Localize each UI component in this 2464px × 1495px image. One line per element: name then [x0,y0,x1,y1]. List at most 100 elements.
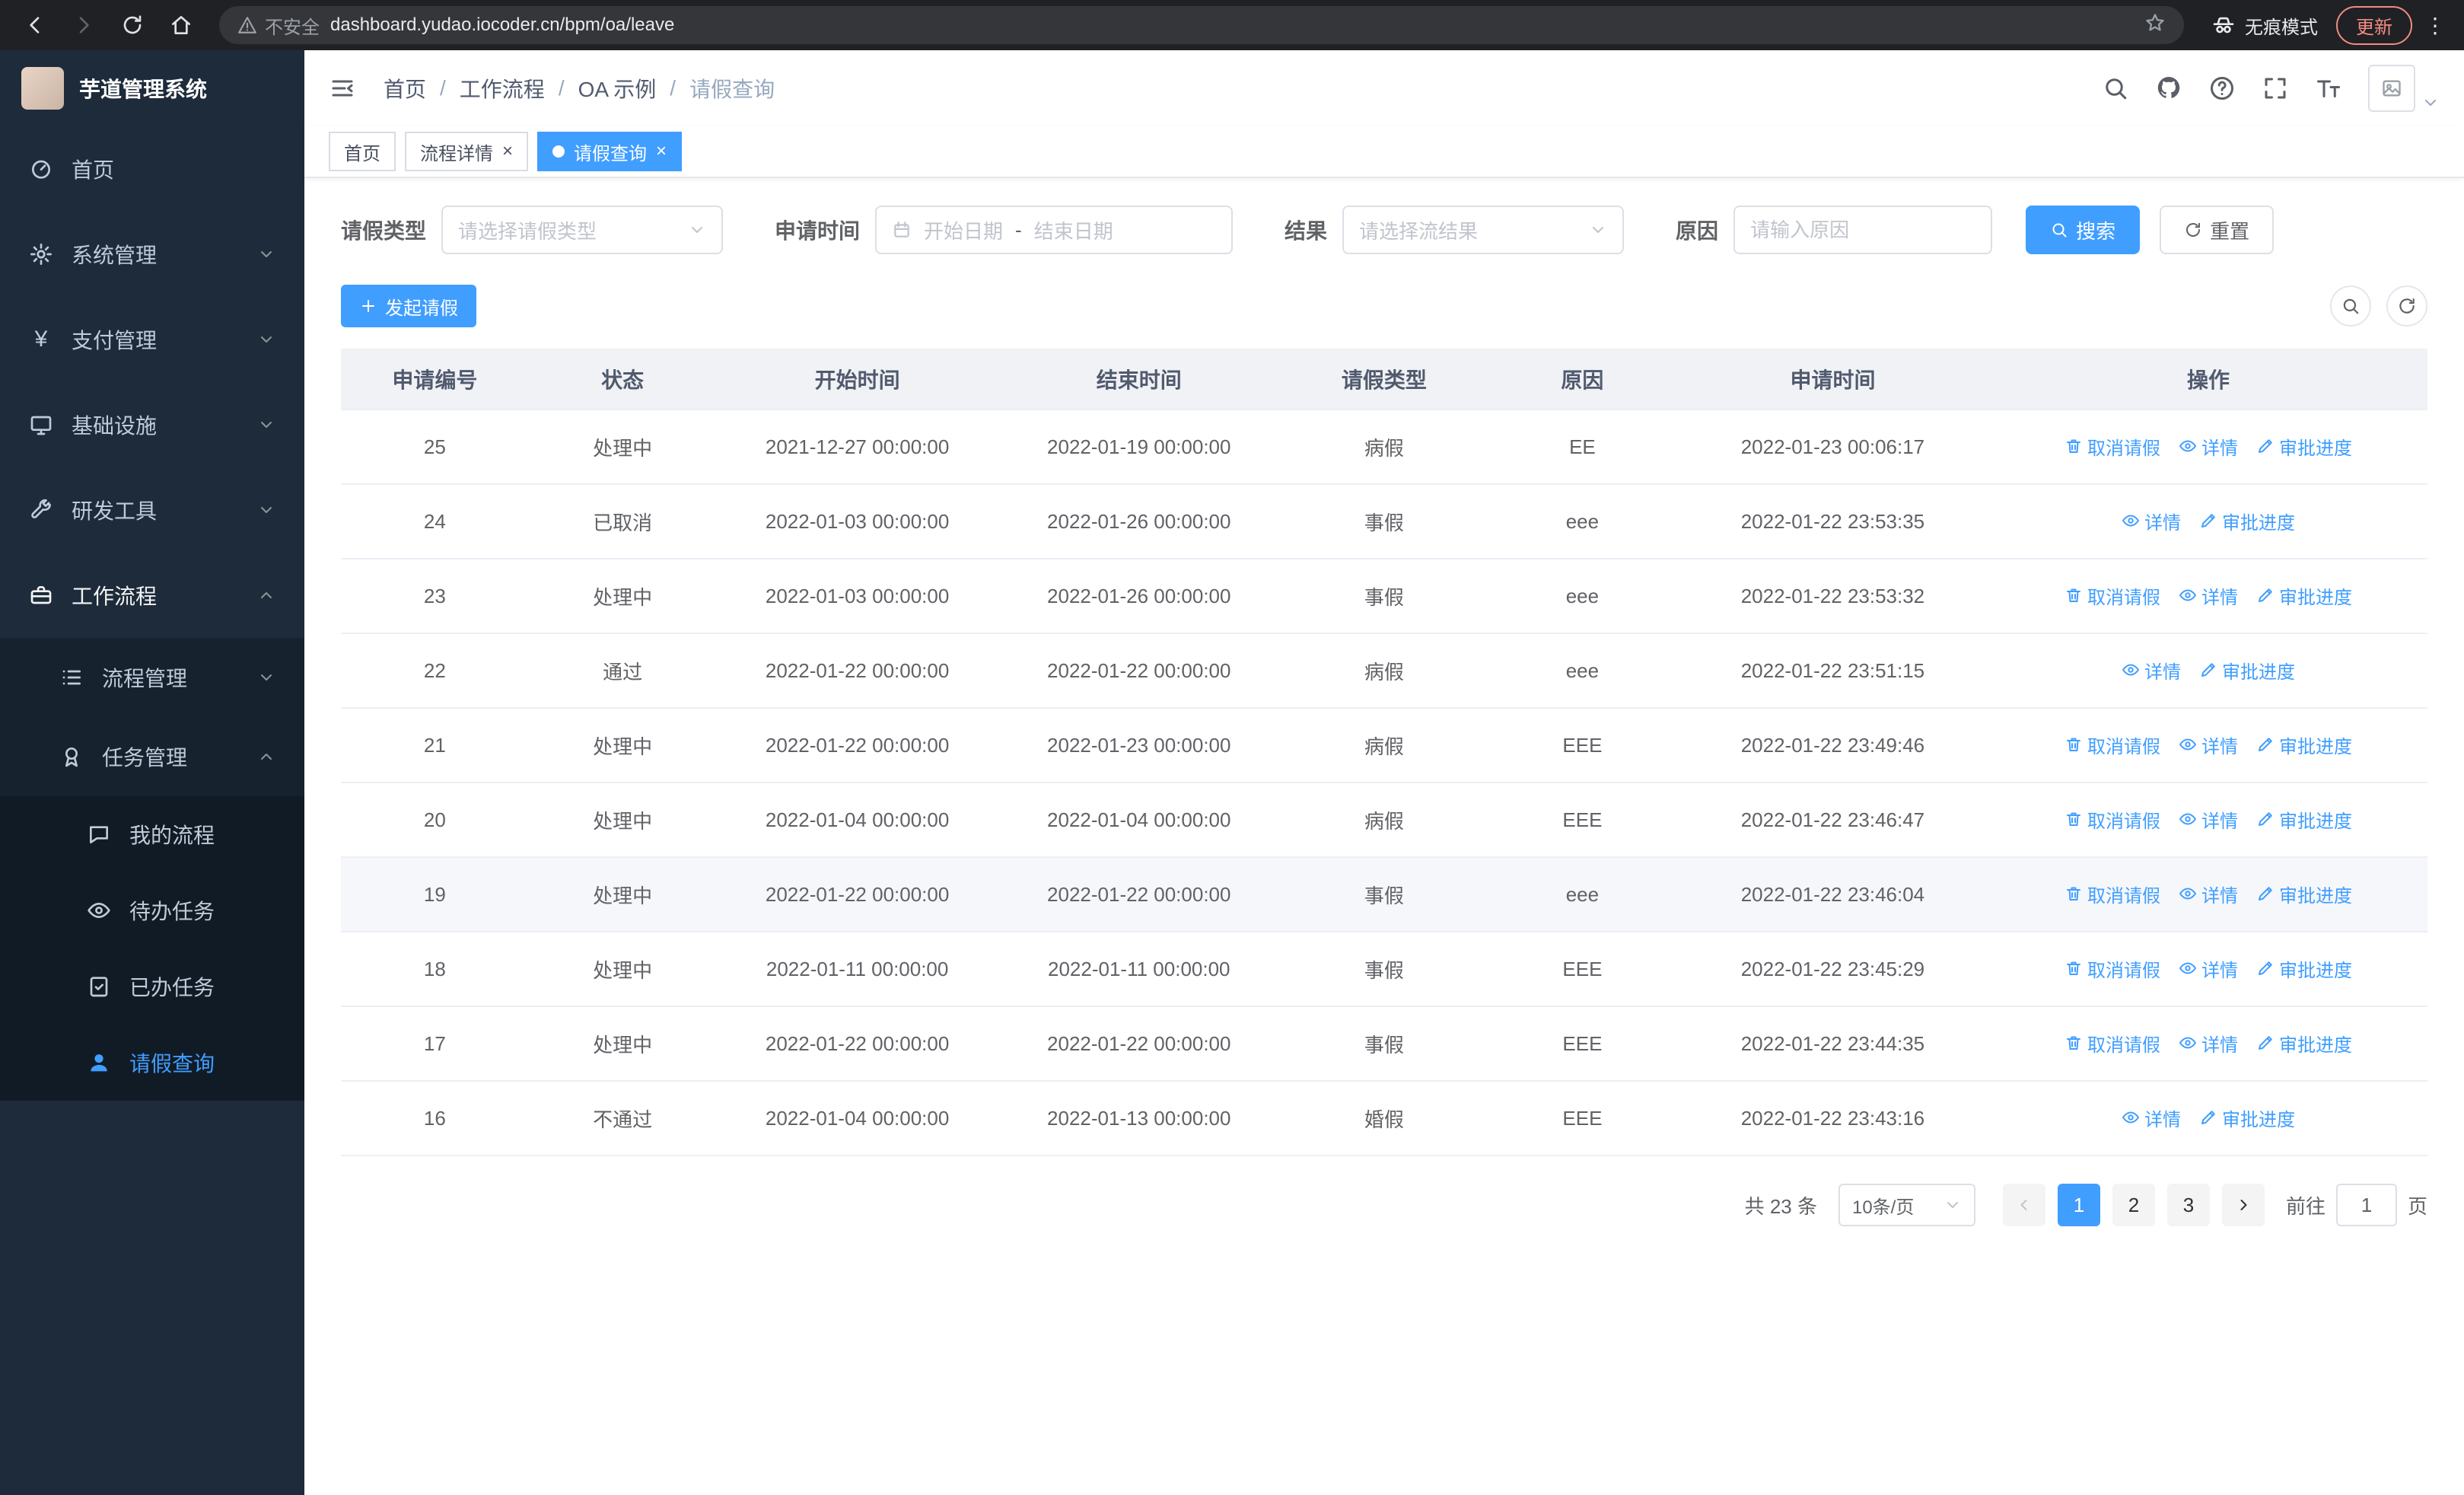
browser-reload-button[interactable] [113,5,152,45]
cancel-leave-button[interactable]: 取消请假 [2064,582,2160,609]
page-size-select[interactable]: 10条/页 [1838,1184,1975,1226]
sidebar-item-process-management[interactable]: 流程管理 [0,638,304,717]
detail-button[interactable]: 详情 [2179,806,2238,833]
cell-reason: EE [1488,410,1676,485]
refresh-table-button[interactable] [2386,285,2427,327]
chat-icon [87,822,111,846]
breadcrumb-oa-example[interactable]: OA 示例 [578,73,657,104]
approval-progress-button[interactable]: 审批进度 [2256,732,2352,758]
help-icon[interactable] [2208,75,2236,102]
goto-page-input[interactable] [2335,1184,2397,1226]
address-bar[interactable]: 不安全 dashboard.yudao.iocoder.cn/bpm/oa/le… [219,6,2184,44]
tab-home[interactable]: 首页 [329,132,396,171]
active-tab-dot [552,145,565,158]
detail-button[interactable]: 详情 [2179,433,2238,460]
create-leave-button[interactable]: 发起请假 [341,285,476,327]
sidebar-item-infrastructure[interactable]: 基础设施 [0,382,304,467]
sidebar-item-system[interactable]: 系统管理 [0,212,304,297]
avatar[interactable] [2368,65,2415,112]
incognito-indicator: 无痕模式 [2211,12,2318,39]
detail-button[interactable]: 详情 [2179,582,2238,609]
cancel-leave-button[interactable]: 取消请假 [2064,881,2160,907]
sidebar-item-home[interactable]: 首页 [0,126,304,212]
font-size-icon[interactable] [2315,75,2342,102]
github-icon[interactable] [2155,75,2182,102]
sidebar-item-workflow[interactable]: 工作流程 [0,553,304,638]
approval-progress-button[interactable]: 审批进度 [2256,433,2352,460]
detail-button[interactable]: 详情 [2179,955,2238,982]
sidebar-item-leave-query[interactable]: 请假查询 [0,1025,304,1101]
tags-view: 首页 流程详情 × 请假查询 × [304,126,2464,178]
table-row: 16 不通过 2022-01-04 00:00:00 2022-01-13 00:00… [341,1081,2427,1156]
detail-button[interactable]: 详情 [2179,732,2238,758]
user-avatar-menu[interactable] [2368,65,2440,112]
browser-toolbar: 不安全 dashboard.yudao.iocoder.cn/bpm/oa/le… [0,0,2464,50]
approval-progress-button[interactable]: 审批进度 [2199,657,2295,684]
prev-page-button[interactable] [2002,1184,2045,1226]
detail-button[interactable]: 详情 [2122,508,2181,534]
cell-operations: 取消请假 详情 审批进度 [1989,708,2427,783]
sidebar-fold-icon[interactable] [329,75,356,102]
approval-progress-button[interactable]: 审批进度 [2256,1030,2352,1057]
page-button-2[interactable]: 2 [2112,1184,2155,1226]
cell-reason: EEE [1488,1081,1676,1156]
page-button-1[interactable]: 1 [2057,1184,2100,1226]
sidebar-item-done-tasks[interactable]: 已办任务 [0,948,304,1025]
approval-progress-button[interactable]: 审批进度 [2256,806,2352,833]
sidebar-item-todo-tasks[interactable]: 待办任务 [0,872,304,948]
browser-forward-button[interactable] [64,5,103,45]
breadcrumb-workflow[interactable]: 工作流程 [460,73,545,104]
sidebar-item-label: 任务管理 [102,746,188,770]
search-icon[interactable] [2102,75,2129,102]
cancel-leave-button[interactable]: 取消请假 [2064,806,2160,833]
close-icon[interactable]: × [502,142,513,161]
approval-progress-button[interactable]: 审批进度 [2256,881,2352,907]
approval-progress-button[interactable]: 审批进度 [2199,508,2295,534]
col-start-time: 开始时间 [716,349,998,410]
sidebar-item-payment[interactable]: ¥ 支付管理 [0,297,304,382]
leave-type-select[interactable]: 请选择请假类型 [441,206,724,254]
reason-input[interactable] [1733,206,1993,254]
browser-home-button[interactable] [161,5,201,45]
browser-back-button[interactable] [15,5,55,45]
security-label: 不安全 [265,17,320,38]
cell-end-time: 2022-01-13 00:00:00 [998,1081,1280,1156]
cancel-leave-button[interactable]: 取消请假 [2064,732,2160,758]
cancel-leave-button[interactable]: 取消请假 [2064,1030,2160,1057]
fullscreen-icon[interactable] [2262,75,2289,102]
detail-button[interactable]: 详情 [2122,657,2181,684]
detail-button[interactable]: 详情 [2179,881,2238,907]
toggle-search-button[interactable] [2330,285,2371,327]
security-indicator[interactable]: 不安全 [237,12,320,39]
breadcrumb-home[interactable]: 首页 [384,73,426,104]
table-row: 17 处理中 2022-01-22 00:00:00 2022-01-22 00:00… [341,1006,2427,1082]
browser-menu-icon[interactable]: ⋮ [2421,13,2449,38]
browser-update-button[interactable]: 更新 [2336,5,2412,45]
op-label: 详情 [2201,736,2239,757]
sidebar-item-my-process[interactable]: 我的流程 [0,796,304,872]
sidebar-item-devtools[interactable]: 研发工具 [0,467,304,553]
result-select[interactable]: 请选择流结果 [1342,206,1625,254]
approval-progress-button[interactable]: 审批进度 [2256,955,2352,982]
col-reason: 原因 [1488,349,1676,410]
reset-button[interactable]: 重置 [2160,206,2275,254]
tab-leave-query[interactable]: 请假查询 × [537,132,683,171]
approval-progress-button[interactable]: 审批进度 [2199,1105,2295,1131]
apply-time-range-picker[interactable]: 开始日期 - 结束日期 [875,206,1234,254]
detail-button[interactable]: 详情 [2179,1030,2238,1057]
detail-button[interactable]: 详情 [2122,1105,2181,1131]
url-text[interactable]: dashboard.yudao.iocoder.cn/bpm/oa/leave [330,14,674,36]
approval-progress-button[interactable]: 审批进度 [2256,582,2352,609]
cancel-leave-button[interactable]: 取消请假 [2064,433,2160,460]
cell-end-time: 2022-01-22 00:00:00 [998,633,1280,709]
cancel-leave-button[interactable]: 取消请假 [2064,955,2160,982]
col-application-id: 申请编号 [341,349,529,410]
search-button[interactable]: 搜索 [2026,206,2141,254]
cell-end-time: 2022-01-22 00:00:00 [998,857,1280,932]
page-button-3[interactable]: 3 [2166,1184,2210,1226]
next-page-button[interactable] [2221,1184,2265,1226]
close-icon[interactable]: × [656,142,667,161]
tab-process-detail[interactable]: 流程详情 × [405,132,529,171]
sidebar-item-task-management[interactable]: 任务管理 [0,717,304,796]
bookmark-star-icon[interactable] [2144,12,2166,39]
